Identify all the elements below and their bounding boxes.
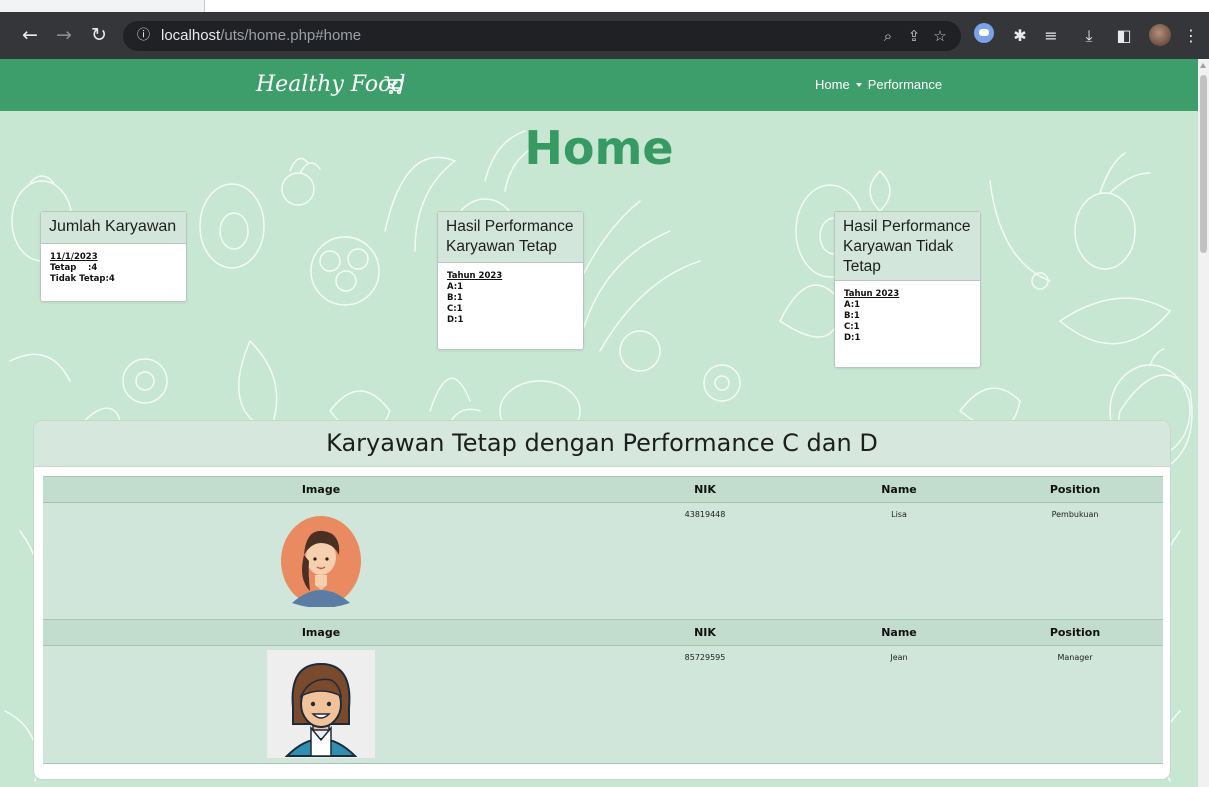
card-performance-tidak-tetap: Hasil Performance Karyawan Tidak Tetap T… <box>834 211 981 368</box>
grade-row: A:1 <box>447 282 464 292</box>
back-icon[interactable]: ← <box>16 12 44 59</box>
grade-row: C:1 <box>844 322 860 332</box>
card-body: 11/1/2023 Tetap :4 Tidak Tetap:4 <box>41 244 186 293</box>
zoom-icon[interactable]: ⌕ <box>875 21 901 51</box>
card-title: Hasil Performance Karyawan Tetap <box>438 212 583 263</box>
card-body: Tahun 2023 A:1 B:1 C:1 D:1 <box>835 281 980 352</box>
card-jumlah-karyawan: Jumlah Karyawan 11/1/2023 Tetap :4 Tidak … <box>40 211 187 302</box>
count-row-tidak-tetap: Tidak Tetap:4 <box>50 274 177 285</box>
reload-icon[interactable]: ↻ <box>85 12 113 59</box>
menu-kebab-icon[interactable]: ⋮ <box>1178 12 1204 59</box>
name-cell: Lisa <box>811 502 987 620</box>
header-nik: NIK <box>599 619 811 646</box>
site-info-icon[interactable]: ⓘ <box>137 21 150 51</box>
card-year: Tahun 2023 <box>447 271 503 281</box>
share-icon[interactable]: ⇪ <box>901 21 927 51</box>
table-header-row: Image NIK Name Position <box>43 476 1163 503</box>
tidak-tetap-value: :4 <box>105 274 115 284</box>
profile-avatar-icon[interactable] <box>1149 24 1171 46</box>
employee-avatar-jean <box>267 650 375 758</box>
card-title: Jumlah Karyawan <box>41 212 186 244</box>
header-image: Image <box>43 619 599 646</box>
employee-avatar-lisa <box>281 516 361 608</box>
card-date: 11/1/2023 <box>50 252 98 262</box>
chevron-down-icon[interactable] <box>855 82 862 87</box>
tetap-value: :4 <box>88 263 98 273</box>
count-row-tetap: Tetap :4 <box>50 263 177 274</box>
card-title: Hasil Performance Karyawan Tidak Tetap <box>835 212 980 281</box>
card-body: Tahun 2023 A:1 B:1 C:1 D:1 <box>438 263 583 334</box>
grade-row: D:1 <box>844 333 861 343</box>
bookmark-star-icon[interactable]: ☆ <box>927 21 953 51</box>
browser-toolbar: ← → ↻ ⓘ localhost/uts/home.php#home ⌕ ⇪ ☆ … <box>0 12 1209 59</box>
header-nik: NIK <box>599 476 811 503</box>
download-icon[interactable]: ⤓ <box>1076 12 1102 59</box>
url-host: localhost <box>161 27 221 44</box>
tab-strip <box>0 0 1209 12</box>
performance-cd-section: Karyawan Tetap dengan Performance C dan … <box>33 420 1171 780</box>
address-bar[interactable]: ⓘ localhost/uts/home.php#home ⌕ ⇪ ☆ <box>123 21 961 51</box>
scrollbar-thumb[interactable] <box>1200 75 1207 253</box>
employee-table: Image NIK Name Position 43819448 Lisa Pe… <box>43 476 1163 764</box>
card-title-line: Tetap <box>843 258 881 275</box>
position-cell: Pembukuan <box>987 502 1163 620</box>
card-title-line: Karyawan Tidak <box>843 238 954 255</box>
card-title-line: Karyawan Tetap <box>446 238 557 255</box>
card-year: Tahun 2023 <box>844 289 900 299</box>
nik-cell: 43819448 <box>599 502 811 620</box>
grade-row: C:1 <box>447 304 463 314</box>
header-position: Position <box>987 619 1163 646</box>
section-title: Karyawan Tetap dengan Performance C dan … <box>34 421 1170 467</box>
site-navbar: Healthy Food Home Performance <box>0 59 1198 111</box>
card-title-line: Hasil Performance <box>446 218 574 235</box>
page-viewport: Healthy Food Home Performance Home Jumlah… <box>0 59 1198 787</box>
shopping-basket-icon <box>384 76 404 95</box>
header-name: Name <box>811 476 987 503</box>
card-performance-tetap: Hasil Performance Karyawan Tetap Tahun 2… <box>437 211 584 350</box>
tetap-label: Tetap <box>50 263 77 273</box>
reading-list-icon[interactable]: ≡ <box>1038 12 1064 59</box>
page-title: Home <box>524 121 674 175</box>
grade-row: B:1 <box>447 293 463 303</box>
grade-row: A:1 <box>844 300 861 310</box>
scroll-up-icon[interactable] <box>1200 63 1206 68</box>
nav-link-performance[interactable]: Performance <box>868 77 942 92</box>
employee-photo-cell <box>43 502 599 620</box>
header-name: Name <box>811 619 987 646</box>
side-panel-icon[interactable]: ◧ <box>1111 12 1137 59</box>
url-path: /uts/home.php#home <box>220 27 362 44</box>
nav-links: Home Performance <box>815 59 942 111</box>
forward-icon[interactable]: → <box>50 12 78 59</box>
nik-cell: 85729595 <box>599 645 811 764</box>
tidak-tetap-label: Tidak Tetap <box>50 274 106 284</box>
card-title-line: Hasil Performance <box>843 218 971 235</box>
table-row: 43819448 Lisa Pembukuan <box>43 502 1163 620</box>
grade-row: B:1 <box>844 311 860 321</box>
employee-photo-cell <box>43 645 599 764</box>
url-text[interactable]: localhost/uts/home.php#home <box>161 21 361 51</box>
discord-extension-icon[interactable] <box>974 23 994 43</box>
grade-row: D:1 <box>447 315 464 325</box>
header-image: Image <box>43 476 599 503</box>
page-scrollbar[interactable] <box>1198 59 1209 787</box>
table-row: 85729595 Jean Manager <box>43 645 1163 764</box>
name-cell: Jean <box>811 645 987 764</box>
tab[interactable] <box>0 0 205 12</box>
nav-link-home[interactable]: Home <box>815 77 850 92</box>
extensions-puzzle-icon[interactable]: ✱ <box>1007 12 1033 59</box>
header-position: Position <box>987 476 1163 503</box>
position-cell: Manager <box>987 645 1163 764</box>
table-header-row: Image NIK Name Position <box>43 619 1163 646</box>
